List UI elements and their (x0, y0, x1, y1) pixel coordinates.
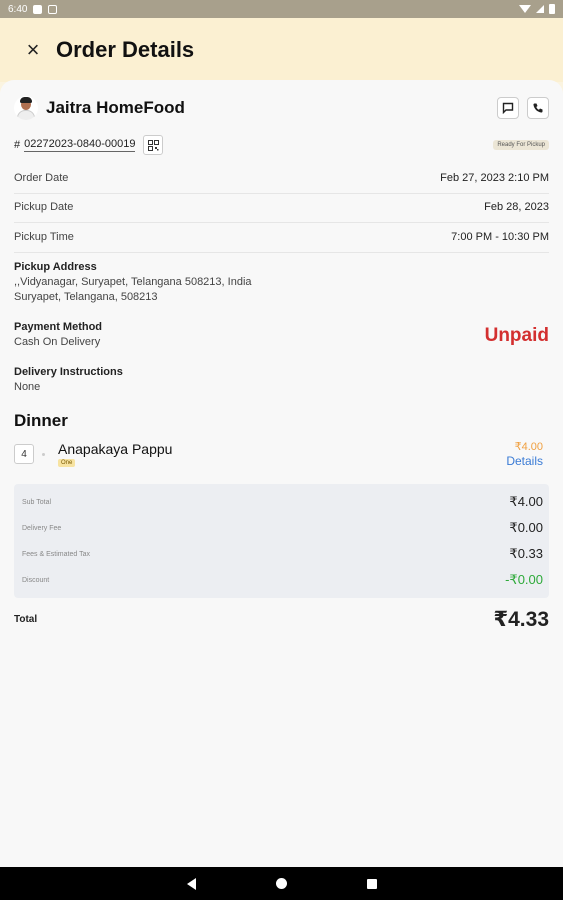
total-label: Total (14, 613, 38, 625)
vendor-row: Jaitra HomeFood (14, 94, 549, 122)
system-nav-bar (0, 867, 563, 900)
vendor-avatar (14, 96, 38, 120)
page-title: Order Details (56, 37, 195, 62)
app-header: × Order Details (0, 18, 563, 82)
pickup-address-line2: Suryapet, Telangana, 508213 (14, 291, 158, 303)
total-value: ₹4.33 (493, 607, 549, 631)
close-icon[interactable]: × (22, 39, 44, 61)
recent-apps-icon[interactable] (366, 878, 377, 889)
sim-icon (48, 4, 58, 14)
delivery-instructions-value: None (14, 381, 41, 393)
back-icon[interactable] (186, 877, 196, 890)
subtotal-label: Sub Total (22, 498, 52, 506)
divider (14, 252, 549, 253)
qr-code-icon (147, 139, 159, 151)
delivery-instructions-block: Delivery Instructions None (14, 365, 549, 395)
order-details-card: Jaitra HomeFood # 02272023-0840-00019 Re… (0, 80, 563, 867)
notification-icon (33, 4, 43, 14)
separator-dot (42, 453, 45, 456)
order-date-value: Feb 27, 2023 2:10 PM (440, 172, 549, 184)
home-icon[interactable] (275, 878, 287, 889)
pickup-date-value: Feb 28, 2023 (484, 201, 549, 213)
delivery-fee-row: Delivery Fee ₹0.00 (22, 520, 543, 536)
vendor-name: Jaitra HomeFood (46, 98, 185, 117)
item-details-link[interactable]: Details (506, 454, 543, 468)
pickup-address-block: Pickup Address ,,Vidyanagar, Suryapet, T… (14, 260, 549, 305)
discount-label: Discount (22, 576, 50, 584)
status-bar: 6:40 (0, 0, 563, 18)
pickup-time-label: Pickup Time (14, 231, 74, 243)
payment-method-value: Cash On Delivery (14, 336, 101, 348)
order-id[interactable]: 02272023-0840-00019 (24, 138, 136, 152)
payment-method-label: Payment Method (14, 321, 103, 333)
phone-icon (533, 103, 543, 113)
message-icon (502, 102, 514, 114)
pickup-address-line1: ,,Vidyanagar, Suryapet, Telangana 508213… (14, 276, 252, 288)
qr-button[interactable] (143, 135, 164, 155)
payment-status: Unpaid (484, 325, 549, 346)
pickup-date-label: Pickup Date (14, 201, 74, 213)
order-hash: # (14, 139, 21, 151)
subtotal-row: Sub Total ₹4.00 (22, 494, 543, 510)
discount-value: -₹0.00 (505, 572, 543, 587)
order-date-row: Order Date Feb 27, 2023 2:10 PM (14, 172, 549, 184)
delivery-fee-label: Delivery Fee (22, 524, 62, 532)
signal-icon (536, 5, 544, 13)
pickup-date-row: Pickup Date Feb 28, 2023 (14, 201, 549, 213)
status-badge: Ready For Pickup (493, 140, 549, 150)
total-row: Total ₹4.33 (14, 606, 549, 632)
discount-row: Discount -₹0.00 (22, 572, 543, 588)
section-title: Dinner (14, 411, 68, 430)
fees-tax-row: Fees & Estimated Tax ₹0.33 (22, 546, 543, 562)
status-time: 6:40 (8, 3, 28, 15)
delivery-instructions-label: Delivery Instructions (14, 366, 123, 378)
price-summary: Sub Total ₹4.00 Delivery Fee ₹0.00 Fees … (14, 484, 549, 598)
payment-method-block: Payment Method Cash On Delivery (14, 320, 549, 350)
battery-icon (549, 4, 555, 14)
divider (14, 222, 549, 223)
pickup-time-value: 7:00 PM - 10:30 PM (451, 231, 549, 243)
item-quantity: 4 (14, 444, 34, 464)
wifi-icon (519, 5, 531, 13)
fees-tax-value: ₹0.33 (509, 546, 543, 561)
delivery-fee-value: ₹0.00 (509, 520, 543, 535)
message-button[interactable] (497, 97, 519, 119)
pickup-address-label: Pickup Address (14, 261, 97, 273)
order-date-label: Order Date (14, 172, 69, 184)
item-price: ₹4.00 (514, 441, 543, 453)
item-name: Anapakaya Pappu (58, 441, 173, 457)
divider (14, 193, 549, 194)
fees-tax-label: Fees & Estimated Tax (22, 550, 90, 558)
pickup-time-row: Pickup Time 7:00 PM - 10:30 PM (14, 231, 549, 243)
item-tag: One (58, 459, 76, 467)
order-id-row: # 02272023-0840-00019 Ready For Pickup (14, 134, 549, 156)
subtotal-value: ₹4.00 (509, 494, 543, 509)
call-button[interactable] (527, 97, 549, 119)
